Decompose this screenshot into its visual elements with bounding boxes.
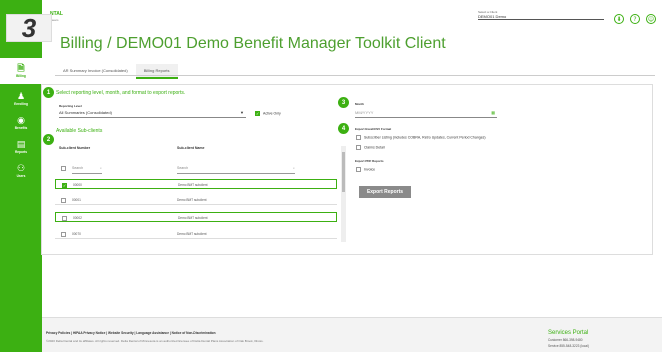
search-number-placeholder: Search (72, 166, 84, 170)
search-icon: ⌕ (100, 166, 102, 170)
check-icon: ✓ (255, 111, 260, 116)
report-icon: ▤ (16, 140, 26, 150)
step-1-text: Select reporting level, month, and forma… (56, 90, 186, 96)
month-placeholder: MM/YYYY (355, 110, 374, 115)
sidebar-item-label: Billing (16, 74, 26, 78)
footer-links[interactable]: Privacy Policies | HIPAA Privacy Notice … (46, 331, 216, 335)
document-icon: 🗎 (17, 64, 25, 74)
tab-divider (55, 75, 655, 76)
table-row[interactable]: 00070 Demo BMT subclient (55, 229, 337, 239)
tab-bar: AR Summary Invoice (Consolidated) Billin… (55, 64, 178, 79)
invoice-label: Invoice (364, 167, 376, 172)
person-icon: ♟ (16, 92, 26, 102)
active-only-label: Active Only (263, 111, 281, 116)
help-icon[interactable]: ? (630, 14, 640, 24)
step-3-marker: 3 (338, 97, 349, 108)
step-2-marker: 2 (43, 134, 54, 145)
subclient-number: 00070 (72, 232, 81, 236)
client-select-value: DEMO01 Demo (478, 14, 507, 19)
select-all-checkbox[interactable] (61, 166, 69, 172)
chevron-down-icon: ▼ (240, 110, 244, 115)
services-portal-title: Services Portal (548, 330, 589, 336)
page-title: Billing / DEMO01 Demo Benefit Manager To… (60, 35, 446, 52)
subclient-name: Demo BMT subclient (177, 232, 207, 236)
location-icon: ◉ (17, 116, 25, 126)
customer-phone: Customer 866-398-9480 (548, 338, 583, 342)
col-subclient-number: Sub-client Number (59, 146, 91, 150)
sidebar: 🗎 Billing ♟ Enrolling ◉ Benefits ▤ Reports ⚇… (0, 0, 42, 352)
export-reports-button[interactable]: Export Reports (359, 186, 411, 198)
client-select[interactable]: Select a Client DEMO01 Demo (478, 10, 604, 20)
reporting-level-value: All Summaries (Consolidated) (59, 110, 112, 115)
excel-export-label: Export Excel/CSV Format (355, 127, 392, 131)
reporting-level-label: Reporting Level (59, 104, 82, 108)
subclient-name: Demo BMT subclient (178, 216, 208, 220)
pdf-export-label: Export PDF Reports (355, 159, 384, 163)
search-name-input[interactable]: Search ⌕ (177, 166, 295, 174)
step-1-marker: 1 (43, 87, 54, 98)
claims-detail-checkbox[interactable]: Claims Detail (356, 145, 385, 150)
scrollbar-thumb[interactable] (342, 152, 345, 192)
search-number-input[interactable]: Search ⌕ (72, 166, 102, 174)
col-subclient-name: Sub-client Name (177, 146, 205, 150)
month-label: Month (355, 102, 364, 106)
table-row[interactable]: 00001 Demo BMT subclient (55, 195, 337, 205)
sidebar-item-users[interactable]: ⚇ Users (0, 158, 42, 184)
sidebar-item-benefits[interactable]: ◉ Benefits (0, 110, 42, 136)
table-row[interactable]: 00002 Demo BMT subclient (55, 212, 337, 222)
service-phone: Service 855-548-3223 (local) (548, 344, 589, 348)
sidebar-item-label: Benefits (14, 126, 28, 130)
search-name-placeholder: Search (177, 166, 189, 170)
sidebar-item-label: Users (16, 174, 26, 178)
step-2-text: Available Sub-clients (56, 128, 103, 134)
invoice-checkbox[interactable]: Invoice (356, 167, 375, 172)
tab-billing-reports[interactable]: Billing Reports (135, 64, 178, 79)
subscriber-listing-label: Subscriber Listing (includes COBRA, Retr… (364, 135, 486, 140)
sidebar-item-billing[interactable]: 🗎 Billing (0, 58, 42, 84)
footer-copyright: ©2020 Delta Dental and its affiliates. A… (46, 339, 264, 343)
subclient-name: Demo BMT subclient (178, 183, 208, 187)
subclient-name: Demo BMT subclient (177, 198, 207, 202)
month-input[interactable]: MM/YYYY ▦ (355, 110, 497, 118)
sidebar-item-label: Reports (14, 150, 28, 154)
step-badge: 3 (6, 13, 52, 43)
subclient-table: Sub-client Number Sub-client Name Search… (55, 144, 343, 244)
search-icon: ⌕ (293, 166, 295, 170)
calendar-icon[interactable]: ▦ (491, 110, 495, 115)
step-4-marker: 4 (338, 123, 349, 134)
user-icon[interactable]: ☺ (646, 14, 656, 24)
tab-ar-summary[interactable]: AR Summary Invoice (Consolidated) (55, 64, 136, 79)
table-scrollbar[interactable] (341, 146, 346, 242)
table-row[interactable]: ✓ 00000 Demo BMT subclient (55, 179, 337, 189)
sidebar-item-label: Enrolling (14, 102, 28, 106)
subscriber-listing-checkbox[interactable]: Subscriber Listing (includes COBRA, Retr… (356, 135, 486, 140)
users-icon: ⚇ (16, 164, 26, 174)
sidebar-item-reports[interactable]: ▤ Reports (0, 134, 42, 160)
claims-detail-label: Claims Detail (364, 145, 385, 150)
subclient-number: 00002 (73, 216, 82, 220)
check-icon: ✓ (62, 183, 67, 188)
sidebar-item-enrolling[interactable]: ♟ Enrolling (0, 86, 42, 112)
download-icon[interactable]: ⬇ (614, 14, 624, 24)
subclient-number: 00000 (73, 183, 82, 187)
active-only-checkbox[interactable]: ✓ Active Only (255, 111, 281, 116)
reporting-level-select[interactable]: All Summaries (Consolidated) ▼ (59, 110, 246, 118)
subclient-number: 00001 (72, 198, 81, 202)
